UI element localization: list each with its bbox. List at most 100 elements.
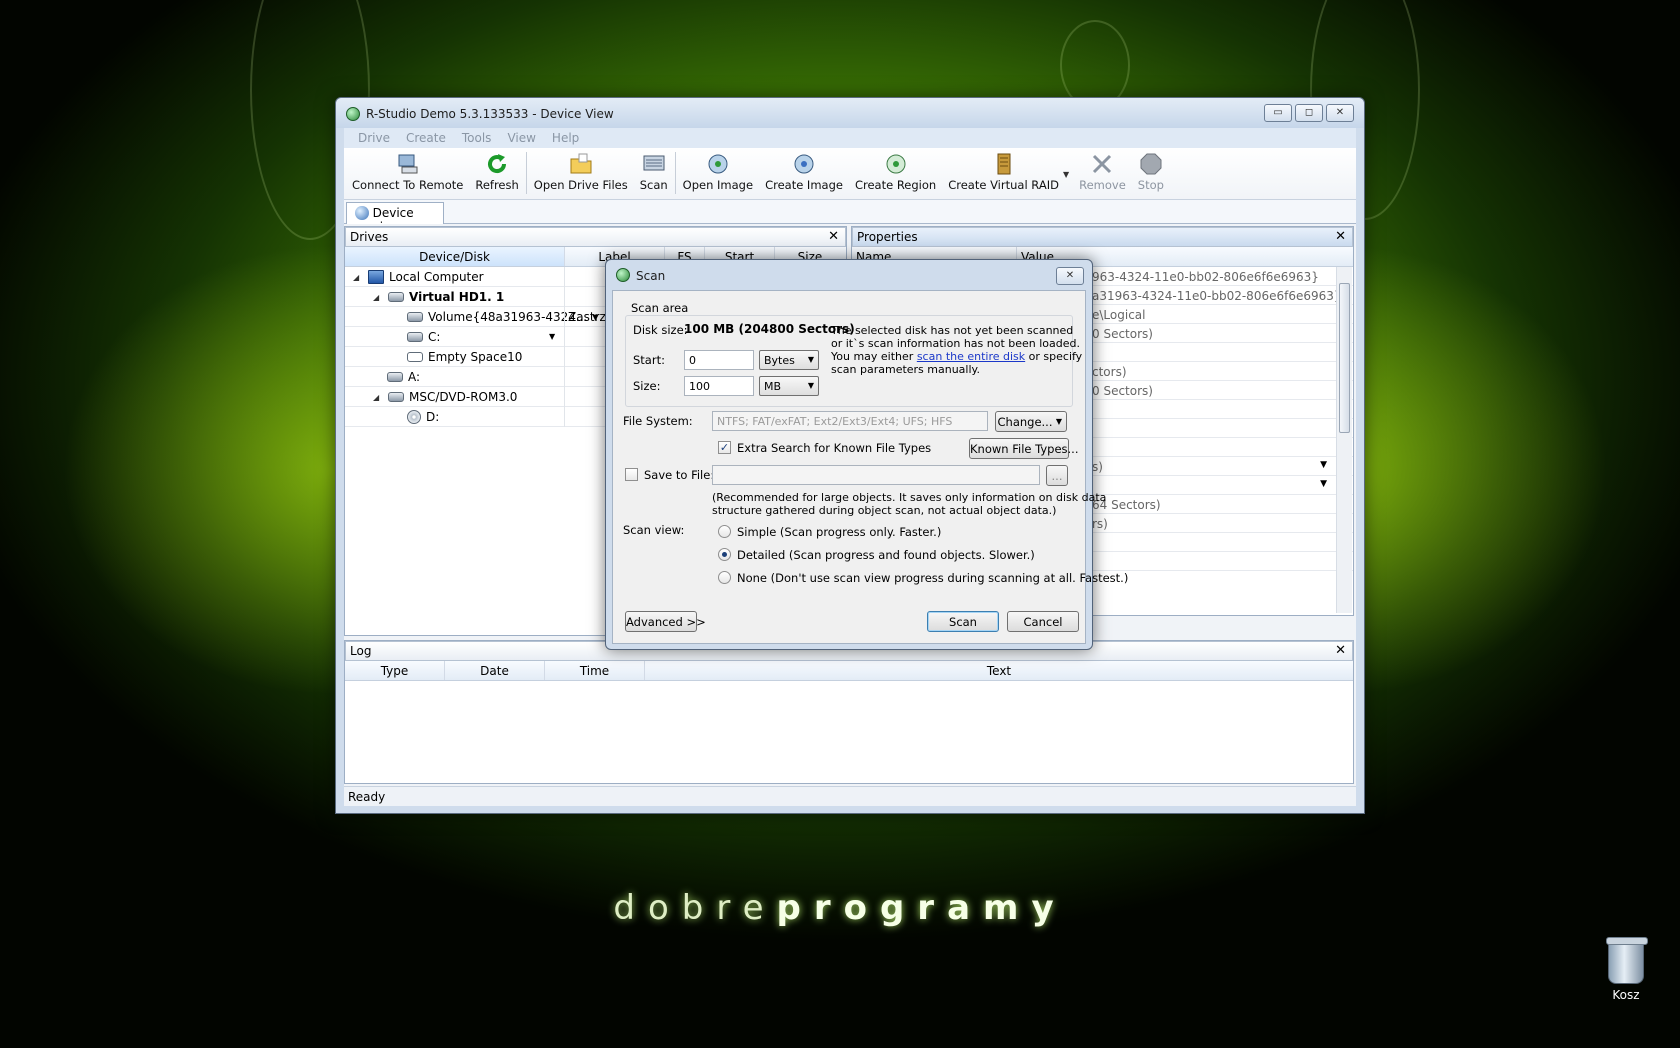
scan-icon bbox=[643, 155, 665, 171]
scan-area-legend: Scan area bbox=[631, 301, 689, 315]
create-image-icon bbox=[794, 154, 814, 174]
raid-icon bbox=[997, 153, 1011, 175]
volume-icon bbox=[407, 332, 423, 342]
scan-view-simple-radio[interactable] bbox=[718, 525, 731, 538]
extra-search-checkbox[interactable]: ✓ bbox=[718, 441, 731, 454]
wallpaper-brand: dobreprogramy bbox=[613, 888, 1067, 928]
dialog-title: Scan bbox=[636, 269, 666, 283]
close-icon[interactable]: ✕ bbox=[1335, 643, 1346, 658]
save-recommendation-text: (Recommended for large objects. It saves… bbox=[712, 491, 1107, 517]
toolbar-separator bbox=[525, 152, 527, 194]
cancel-button[interactable]: Cancel bbox=[1007, 611, 1079, 632]
close-icon[interactable]: ✕ bbox=[828, 229, 839, 244]
recycle-bin[interactable]: Kosz bbox=[1598, 937, 1654, 1002]
app-icon bbox=[616, 268, 630, 282]
save-to-file-label: Save to File: bbox=[644, 468, 715, 482]
column-device-disk[interactable]: Device/Disk bbox=[345, 247, 565, 266]
chevron-down-icon[interactable]: ▼ bbox=[1063, 170, 1069, 179]
size-unit-select[interactable]: MB bbox=[759, 376, 819, 396]
disk-size-label: Disk size: bbox=[633, 323, 688, 337]
close-dialog-button[interactable]: ✕ bbox=[1056, 267, 1084, 285]
stop-icon bbox=[1140, 153, 1162, 175]
dialog-title-bar[interactable]: Scan ✕ bbox=[606, 260, 1092, 290]
browse-button[interactable]: ... bbox=[1046, 465, 1068, 486]
minimize-button[interactable]: ▭ bbox=[1264, 104, 1292, 122]
known-file-types-button[interactable]: Known File Types... bbox=[969, 438, 1079, 459]
dialog-body: Scan area Disk size: 100 MB (204800 Sect… bbox=[612, 290, 1128, 644]
chevron-down-icon[interactable]: ▼ bbox=[549, 332, 555, 341]
app-icon bbox=[346, 107, 360, 121]
start-unit-select[interactable]: Bytes bbox=[759, 350, 819, 370]
view-tabs: Device view bbox=[344, 200, 1356, 234]
menu-tools[interactable]: Tools bbox=[454, 128, 500, 148]
connect-to-remote-button[interactable]: Connect To Remote bbox=[346, 148, 469, 192]
volume-icon bbox=[407, 312, 423, 322]
collapse-icon[interactable]: ◢ bbox=[373, 393, 383, 402]
chevron-down-icon[interactable]: ▼ bbox=[1320, 479, 1327, 489]
scan-button[interactable]: Scan bbox=[634, 148, 674, 192]
size-input[interactable]: 100 bbox=[684, 376, 754, 396]
scan-view-detailed-radio[interactable] bbox=[718, 548, 731, 561]
menu-create[interactable]: Create bbox=[398, 128, 454, 148]
title-bar[interactable]: R-Studio Demo 5.3.133533 - Device View ▭… bbox=[336, 98, 1364, 128]
tab-device-view[interactable]: Device view bbox=[346, 202, 444, 234]
drives-pane-header: Drives ✕ bbox=[345, 227, 846, 247]
open-drive-files-button[interactable]: Open Drive Files bbox=[528, 148, 634, 192]
log-columns: Type Date Time Text bbox=[345, 661, 1353, 681]
size-label: Size: bbox=[633, 379, 661, 393]
column-date[interactable]: Date bbox=[445, 661, 545, 680]
remove-button[interactable]: Remove bbox=[1073, 148, 1132, 192]
extra-search-label: Extra Search for Known File Types bbox=[737, 441, 932, 455]
scan-view-none-radio[interactable] bbox=[718, 571, 731, 584]
scrollbar-thumb[interactable] bbox=[1339, 283, 1350, 433]
open-image-button[interactable]: Open Image bbox=[677, 148, 759, 192]
create-image-button[interactable]: Create Image bbox=[759, 148, 849, 192]
remote-computer-icon bbox=[398, 154, 418, 174]
menu-bar: Drive Create Tools View Help bbox=[344, 128, 1356, 148]
scan-view-detailed-label: Detailed (Scan progress and found object… bbox=[737, 548, 1035, 562]
status-bar: Ready bbox=[344, 786, 1356, 806]
scan-view-none-label: None (Don't use scan view progress durin… bbox=[737, 571, 1129, 585]
column-type[interactable]: Type bbox=[345, 661, 445, 680]
hard-disk-icon bbox=[388, 292, 404, 302]
scan-view-label: Scan view: bbox=[623, 523, 685, 537]
create-virtual-raid-button[interactable]: Create Virtual RAID bbox=[942, 148, 1065, 192]
close-icon[interactable]: ✕ bbox=[1335, 229, 1346, 244]
collapse-icon[interactable]: ◢ bbox=[353, 273, 363, 282]
folder-icon bbox=[570, 153, 592, 174]
computer-icon bbox=[368, 270, 384, 284]
refresh-icon bbox=[488, 154, 507, 174]
collapse-icon[interactable]: ◢ bbox=[373, 293, 383, 302]
chevron-down-icon[interactable]: ▼ bbox=[1320, 460, 1327, 470]
properties-pane-header: Properties ✕ bbox=[852, 227, 1353, 247]
file-system-field[interactable]: NTFS; FAT/exFAT; Ext2/Ext3/Ext4; UFS; HF… bbox=[712, 411, 988, 431]
scan-view-simple-label: Simple (Scan progress only. Faster.) bbox=[737, 525, 942, 539]
menu-help[interactable]: Help bbox=[544, 128, 587, 148]
close-window-button[interactable]: ✕ bbox=[1326, 104, 1354, 122]
start-input[interactable]: 0 bbox=[684, 350, 754, 370]
stop-button[interactable]: Stop bbox=[1132, 148, 1170, 192]
refresh-button[interactable]: Refresh bbox=[469, 148, 524, 192]
save-to-file-checkbox[interactable] bbox=[625, 468, 638, 481]
create-region-icon bbox=[886, 154, 906, 174]
maximize-button[interactable]: ◻ bbox=[1295, 104, 1323, 122]
empty-space-icon bbox=[407, 352, 423, 362]
column-time[interactable]: Time bbox=[545, 661, 645, 680]
advanced-button[interactable]: Advanced >> bbox=[625, 611, 706, 632]
menu-view[interactable]: View bbox=[499, 128, 543, 148]
menu-drive[interactable]: Drive bbox=[350, 128, 398, 148]
toolbar-separator bbox=[674, 152, 676, 194]
scan-info-text: The selected disk has not yet been scann… bbox=[831, 324, 1083, 376]
change-file-system-button[interactable]: Change... ▼ bbox=[995, 411, 1067, 432]
window-title: R-Studio Demo 5.3.133533 - Device View bbox=[366, 107, 614, 121]
dvd-drive-icon bbox=[388, 392, 404, 402]
properties-scrollbar[interactable] bbox=[1336, 267, 1352, 613]
scan-dialog: Scan ✕ Scan area Disk size: 100 MB (2048… bbox=[605, 259, 1128, 650]
scan-start-button[interactable]: Scan bbox=[927, 611, 999, 632]
create-region-button[interactable]: Create Region bbox=[849, 148, 942, 192]
scan-entire-disk-link[interactable]: scan the entire disk bbox=[917, 350, 1025, 363]
save-to-file-input[interactable] bbox=[712, 465, 1040, 485]
column-text[interactable]: Text bbox=[645, 661, 1353, 680]
remove-icon bbox=[1093, 154, 1112, 174]
chevron-down-icon: ▼ bbox=[1055, 417, 1062, 426]
